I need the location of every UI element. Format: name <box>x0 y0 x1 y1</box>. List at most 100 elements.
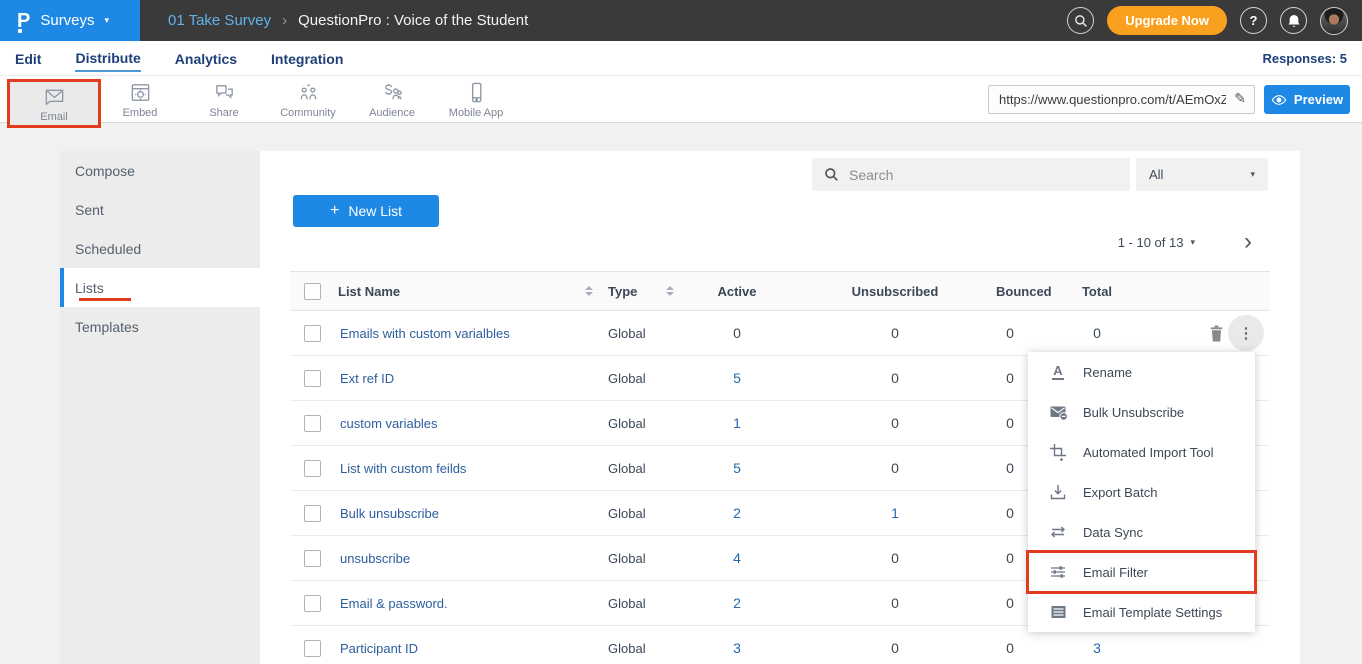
channel-email[interactable]: Email <box>10 82 98 125</box>
table-row: Emails with custom varialbles Global 0 0… <box>290 311 1270 356</box>
unsubscribed-count: 0 <box>794 595 996 611</box>
email-filter-icon <box>1048 564 1068 580</box>
bounced-count: 0 <box>996 370 1024 386</box>
list-type: Global <box>598 416 660 431</box>
search-input[interactable] <box>849 167 1118 183</box>
list-name-link[interactable]: unsubscribe <box>338 551 580 566</box>
data-sync-icon <box>1048 524 1068 540</box>
delete-icon[interactable] <box>1208 324 1225 343</box>
topbar-actions: Upgrade Now ? <box>1067 6 1348 35</box>
row-checkbox[interactable] <box>304 370 321 387</box>
unsubscribed-count: 0 <box>794 640 996 656</box>
upgrade-now-button[interactable]: Upgrade Now <box>1107 6 1227 35</box>
menu-item-automated-import-tool[interactable]: Automated Import Tool <box>1028 432 1255 472</box>
select-all-checkbox[interactable] <box>304 283 321 300</box>
list-type: Global <box>598 461 660 476</box>
row-checkbox[interactable] <box>304 325 321 342</box>
channel-label: Audience <box>369 107 415 119</box>
row-checkbox[interactable] <box>304 595 321 612</box>
distribute-toolbar: Embed Share Community Audience Mobile Ap… <box>0 76 1362 123</box>
survey-nav: Edit Distribute Analytics Integration Re… <box>0 41 1362 76</box>
active-count: 0 <box>680 325 794 341</box>
row-checkbox[interactable] <box>304 460 321 477</box>
menu-item-data-sync[interactable]: Data Sync <box>1028 512 1255 552</box>
notifications-button[interactable] <box>1280 7 1307 34</box>
channel-embed[interactable]: Embed <box>98 76 182 123</box>
menu-item-bulk-unsubscribe[interactable]: Bulk Unsubscribe <box>1028 392 1255 432</box>
search-field <box>812 158 1130 191</box>
chevron-down-icon: ▾ <box>105 15 110 26</box>
list-name-link[interactable]: Participant ID <box>338 641 580 656</box>
sort-icon[interactable] <box>585 286 593 296</box>
list-type: Global <box>598 326 660 341</box>
search-icon <box>824 167 839 182</box>
channel-label: Community <box>280 107 336 119</box>
header-list-name: List Name <box>338 284 580 299</box>
list-name-link[interactable]: List with custom feilds <box>338 461 580 476</box>
sidebar-item-scheduled[interactable]: Scheduled <box>60 229 260 268</box>
sidebar-item-sent[interactable]: Sent <box>60 190 260 229</box>
channel-mobile-app[interactable]: Mobile App <box>434 76 518 123</box>
survey-url-field: ✎ <box>988 85 1255 114</box>
header-bounced: Bounced <box>996 284 1024 299</box>
menu-item-email-filter[interactable]: Email Filter <box>1028 552 1255 592</box>
header-unsubscribed: Unsubscribed <box>794 284 996 299</box>
export-batch-icon <box>1048 483 1068 501</box>
responses-count[interactable]: Responses: 5 <box>1262 51 1347 66</box>
filter-dropdown[interactable]: All ▾ <box>1136 158 1268 191</box>
list-name-link[interactable]: Ext ref ID <box>338 371 580 386</box>
sidebar-item-templates[interactable]: Templates <box>60 307 260 346</box>
surveys-app-menu[interactable]: P Surveys ▾ <box>0 0 140 41</box>
bulk-unsubscribe-icon <box>1048 403 1068 421</box>
next-page-button[interactable]: › <box>1244 232 1252 252</box>
menu-item-rename[interactable]: A Rename <box>1028 352 1255 392</box>
search-icon <box>1074 14 1088 28</box>
menu-item-export-batch[interactable]: Export Batch <box>1028 472 1255 512</box>
bounced-count: 0 <box>996 415 1024 431</box>
tab-edit[interactable]: Edit <box>15 45 41 71</box>
row-checkbox[interactable] <box>304 415 321 432</box>
sort-icon[interactable] <box>666 286 674 296</box>
tab-analytics[interactable]: Analytics <box>175 45 237 71</box>
menu-item-email-template-settings[interactable]: Email Template Settings <box>1028 592 1255 632</box>
menu-item-label: Automated Import Tool <box>1083 445 1214 460</box>
row-menu-button[interactable]: ⋮ <box>1228 315 1264 351</box>
total-count: 0 <box>1024 325 1170 341</box>
edit-url-icon[interactable]: ✎ <box>1234 90 1246 107</box>
bounced-count: 0 <box>996 640 1024 656</box>
new-list-button[interactable]: + New List <box>293 195 439 227</box>
tab-distribute[interactable]: Distribute <box>75 44 140 72</box>
user-avatar[interactable] <box>1320 7 1348 35</box>
pagination-dropdown-icon[interactable]: ▾ <box>1190 237 1195 248</box>
share-icon <box>213 81 236 104</box>
sidebar-item-lists[interactable]: Lists <box>60 268 260 307</box>
list-name-link[interactable]: Email & password. <box>338 596 580 611</box>
channel-share[interactable]: Share <box>182 76 266 123</box>
unsubscribed-count: 1 <box>794 505 996 521</box>
row-checkbox[interactable] <box>304 505 321 522</box>
survey-url-input[interactable] <box>988 85 1255 114</box>
channel-label: Email <box>40 111 68 123</box>
unsubscribed-count: 0 <box>794 550 996 566</box>
bounced-count: 0 <box>996 595 1024 611</box>
row-checkbox[interactable] <box>304 640 321 657</box>
row-checkbox[interactable] <box>304 550 321 567</box>
list-name-link[interactable]: Bulk unsubscribe <box>338 506 580 521</box>
breadcrumb-survey-link[interactable]: 01 Take Survey <box>168 12 271 29</box>
rename-icon: A <box>1048 364 1068 380</box>
tab-integration[interactable]: Integration <box>271 45 343 71</box>
preview-button[interactable]: Preview <box>1264 85 1350 114</box>
email-icon <box>43 85 66 108</box>
new-list-label: New List <box>348 203 402 219</box>
channel-audience[interactable]: Audience <box>350 76 434 123</box>
menu-item-label: Email Template Settings <box>1083 605 1222 620</box>
sidebar-item-compose[interactable]: Compose <box>60 151 260 190</box>
help-button[interactable]: ? <box>1240 7 1267 34</box>
list-name-link[interactable]: Emails with custom varialbles <box>338 326 580 341</box>
list-name-link[interactable]: custom variables <box>338 416 580 431</box>
header-active: Active <box>680 284 794 299</box>
list-type: Global <box>598 551 660 566</box>
active-count: 2 <box>680 505 794 521</box>
search-button[interactable] <box>1067 7 1094 34</box>
channel-community[interactable]: Community <box>266 76 350 123</box>
